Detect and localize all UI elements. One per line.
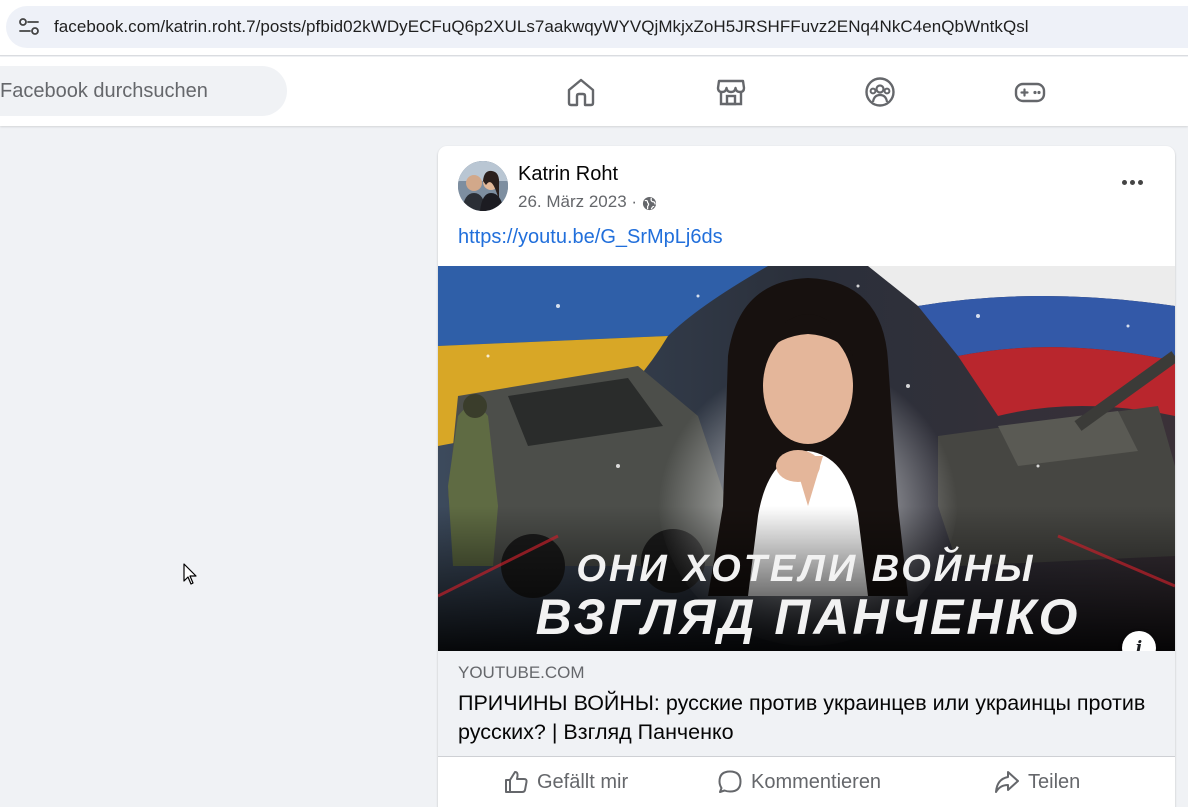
globe-icon [643, 196, 657, 211]
post-card: Katrin Roht 26. März 2023 · https://yout… [438, 146, 1175, 807]
thumbs-up-icon [505, 771, 528, 793]
post-meta: 26. März 2023 · [518, 192, 657, 212]
share-icon [995, 771, 1019, 793]
post-link[interactable]: https://youtu.be/G_SrMpLj6ds [458, 226, 723, 249]
search-input[interactable] [0, 66, 260, 116]
like-label: Gefällt mir [537, 770, 629, 793]
home-icon[interactable] [565, 76, 597, 108]
thumbnail-headline: ОНИ ХОТЕЛИ ВОЙНЫ [576, 545, 1035, 590]
preview-domain: YOUTUBE.COM [458, 663, 585, 682]
comment-icon [718, 770, 742, 793]
author-avatar[interactable] [458, 161, 508, 211]
author-name[interactable]: Katrin Roht [518, 163, 618, 186]
dot-icon [1121, 179, 1127, 185]
url-text[interactable]: facebook.com/katrin.roht.7/posts/pfbid02… [54, 17, 1029, 37]
thumbnail-subheadline: ВЗГЛЯД ПАНЧЕНКО [536, 589, 1081, 645]
preview-title[interactable]: ПРИЧИНЫ ВОЙНЫ: русские против украинцев … [458, 689, 1148, 747]
share-button[interactable]: Teilen [994, 757, 1080, 807]
dot-icon [1129, 179, 1135, 185]
gaming-icon[interactable] [1014, 76, 1046, 108]
facebook-header [0, 57, 1188, 126]
video-thumbnail[interactable]: ОНИ ХОТЕЛИ ВОЙНЫ ВЗГЛЯД ПАНЧЕНКО [438, 266, 1175, 651]
mouse-cursor-icon [183, 563, 197, 585]
post-date[interactable]: 26. März 2023 · [518, 192, 637, 212]
more-options-button[interactable] [1118, 168, 1146, 196]
dot-icon [1137, 179, 1143, 185]
post-actions-bar: Gefällt mir Kommentieren Teilen [438, 756, 1175, 806]
share-label: Teilen [1028, 770, 1081, 793]
site-info-icon[interactable] [18, 17, 40, 37]
search-box[interactable] [0, 66, 287, 116]
browser-toolbar: facebook.com/katrin.roht.7/posts/pfbid02… [0, 0, 1188, 56]
link-preview[interactable]: YOUTUBE.COM ПРИЧИНЫ ВОЙНЫ: русские проти… [438, 651, 1175, 756]
marketplace-icon[interactable] [715, 76, 747, 108]
comment-label: Kommentieren [751, 770, 882, 793]
like-button[interactable]: Gefällt mir [503, 757, 628, 807]
address-bar[interactable]: facebook.com/katrin.roht.7/posts/pfbid02… [6, 6, 1188, 48]
groups-icon[interactable] [864, 76, 896, 108]
comment-button[interactable]: Kommentieren [717, 757, 881, 807]
